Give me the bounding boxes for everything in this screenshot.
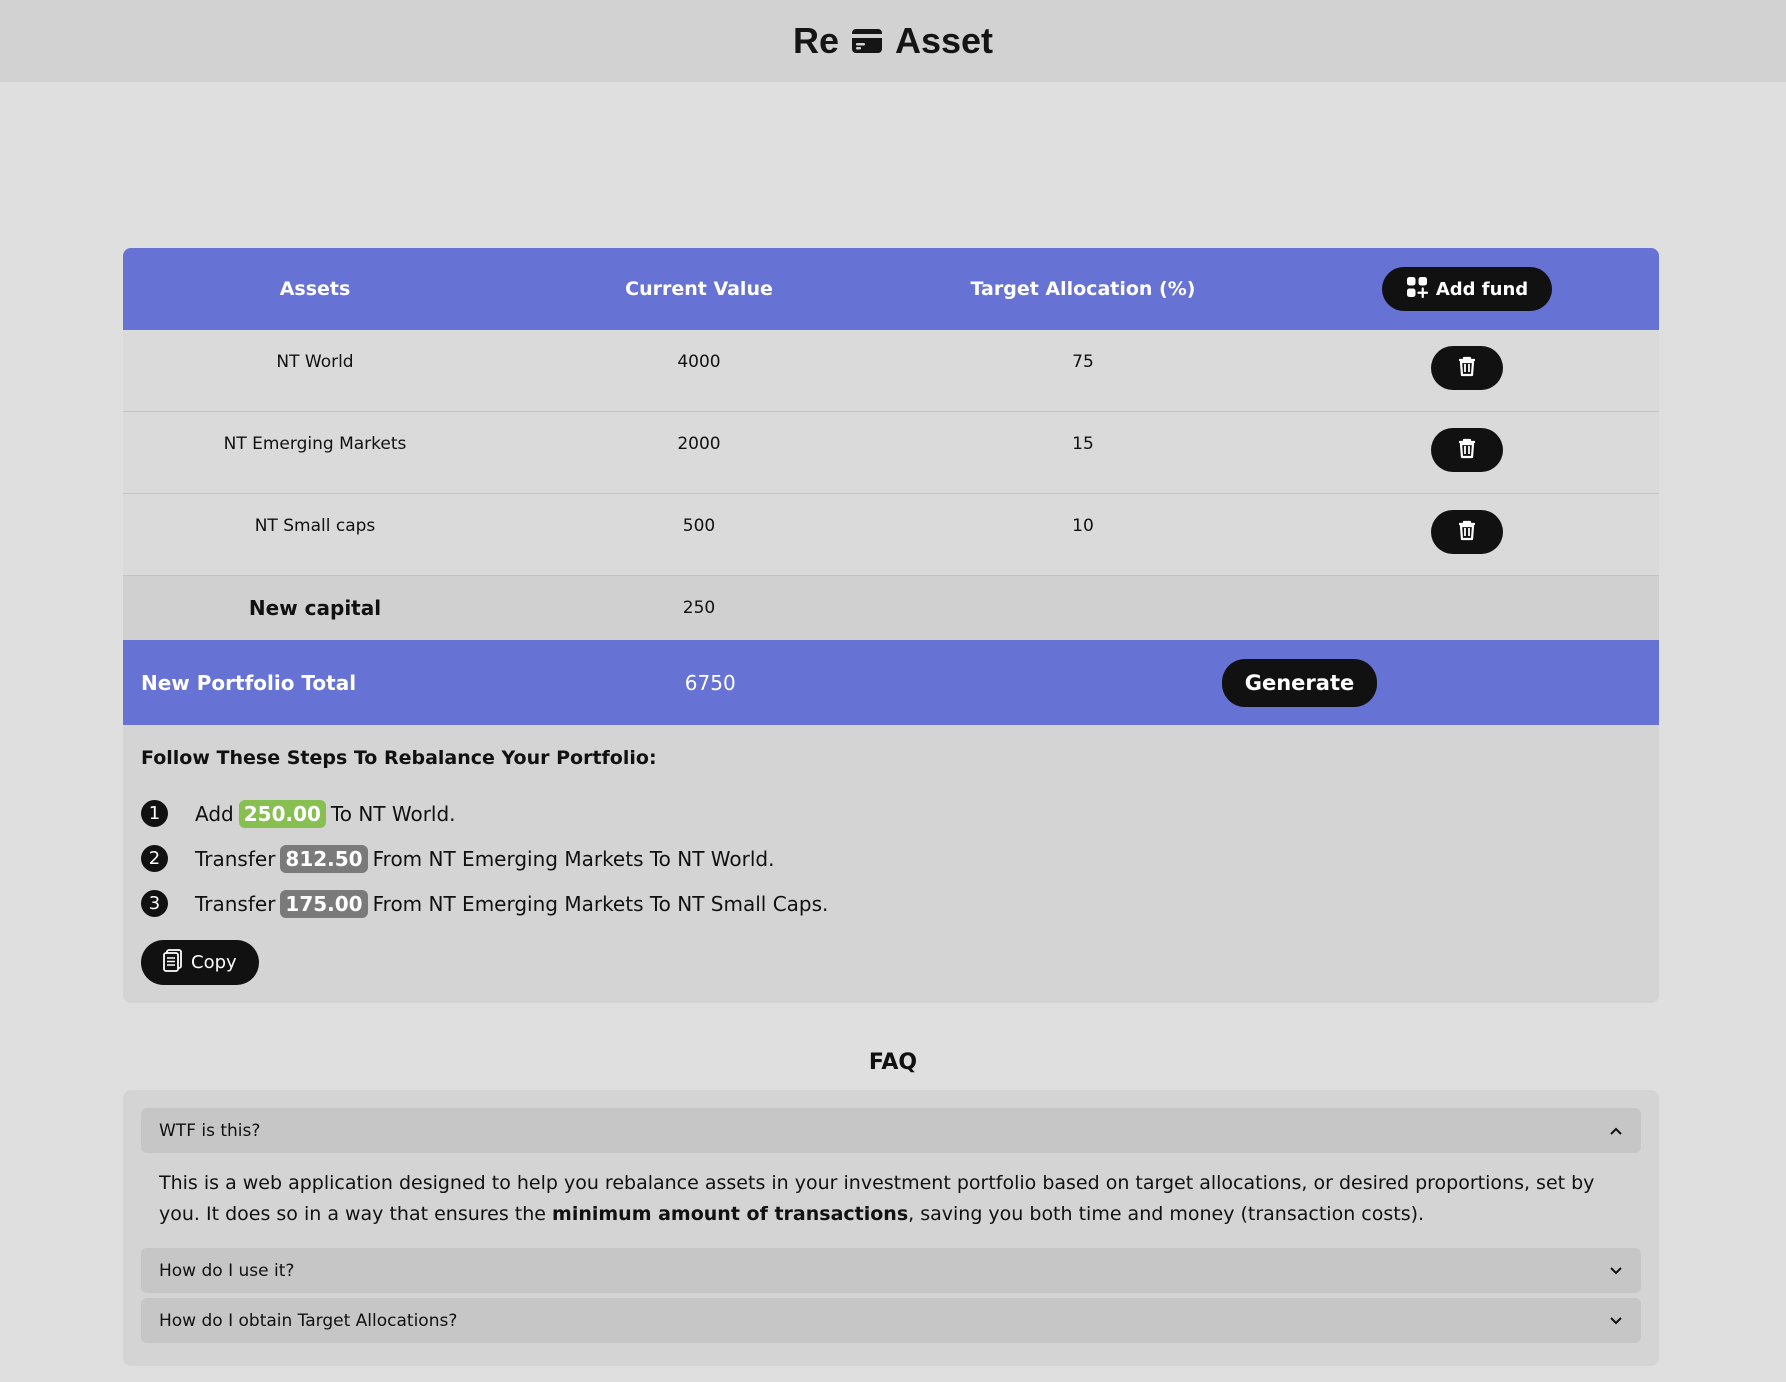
generate-button[interactable]: Generate: [1221, 658, 1378, 707]
new-capital-input[interactable]: 250: [507, 598, 891, 618]
column-header-target-allocation: Target Allocation (%): [970, 278, 1196, 300]
asset-name-cell[interactable]: NT Small caps: [123, 516, 507, 536]
app-header: Re Asset: [0, 0, 1786, 82]
table-row: NT World 4000 75: [123, 330, 1659, 412]
faq-question-how-to-use[interactable]: How do I use it?: [141, 1248, 1641, 1293]
clipboard-icon: [163, 948, 183, 977]
delete-fund-button[interactable]: [1431, 428, 1503, 472]
faq-question-text: How do I use it?: [159, 1260, 295, 1281]
step-text: To NT World.: [330, 801, 456, 826]
list-item: 2 Transfer 812.50 From NT Emerging Marke…: [141, 836, 1641, 881]
step-amount: 812.50: [280, 844, 368, 873]
delete-fund-button[interactable]: [1431, 510, 1503, 554]
new-capital-row: New capital 250: [123, 576, 1659, 640]
asset-name-cell[interactable]: NT Emerging Markets: [123, 434, 507, 454]
portfolio-total-label: New Portfolio Total: [141, 670, 357, 695]
rebalance-steps: Follow These Steps To Rebalance Your Por…: [123, 725, 1659, 1003]
trash-icon: [1457, 519, 1477, 545]
step-number: 1: [141, 800, 168, 827]
target-allocation-cell[interactable]: 75: [891, 352, 1275, 372]
table-row: NT Emerging Markets 2000 15: [123, 412, 1659, 494]
target-allocation-cell[interactable]: 10: [891, 516, 1275, 536]
current-value-cell[interactable]: 500: [507, 516, 891, 536]
step-amount: 175.00: [280, 889, 368, 918]
faq-answer-text-end: , saving you both time and money (transa…: [908, 1203, 1425, 1225]
step-number: 2: [141, 845, 168, 872]
column-header-assets: Assets: [279, 278, 351, 300]
brand-text-left: Re: [792, 20, 839, 61]
faq-question-target-allocations[interactable]: How do I obtain Target Allocations?: [141, 1298, 1641, 1343]
copy-label: Copy: [191, 952, 237, 973]
delete-cell: [1275, 510, 1659, 554]
step-verb: Transfer: [195, 846, 276, 871]
chevron-up-icon: [1609, 1126, 1623, 1136]
faq-answer-emphasis: minimum amount of transactions: [552, 1203, 909, 1225]
chevron-down-icon: [1609, 1316, 1623, 1326]
brand-logo[interactable]: Re Asset: [793, 20, 993, 62]
generate-cell: Generate: [900, 658, 1659, 707]
step-number: 3: [141, 890, 168, 917]
faq-answer: This is a web application designed to he…: [141, 1158, 1641, 1248]
chevron-down-icon: [1609, 1266, 1623, 1276]
faq-title: FAQ: [868, 1050, 918, 1075]
portfolio-card: Assets Current Value Target Allocation (…: [123, 248, 1659, 1003]
delete-fund-button[interactable]: [1431, 346, 1503, 390]
step-verb: Add: [195, 801, 234, 826]
faq-question-what[interactable]: WTF is this?: [141, 1108, 1641, 1153]
faq-question-text: How do I obtain Target Allocations?: [159, 1310, 458, 1331]
current-value-cell[interactable]: 4000: [507, 352, 891, 372]
current-value-cell[interactable]: 2000: [507, 434, 891, 454]
add-grid-icon: [1406, 276, 1428, 303]
step-amount: 250.00: [238, 799, 326, 828]
step-verb: Transfer: [195, 891, 276, 916]
column-header-current-value: Current Value: [625, 278, 773, 300]
add-fund-label: Add fund: [1435, 278, 1529, 300]
table-header: Assets Current Value Target Allocation (…: [123, 248, 1659, 330]
portfolio-total-value: 6750: [684, 670, 736, 695]
copy-button[interactable]: Copy: [141, 940, 259, 985]
faq-question-text: WTF is this?: [159, 1120, 261, 1141]
delete-cell: [1275, 428, 1659, 472]
asset-name-cell[interactable]: NT World: [123, 352, 507, 372]
faq-accordion: WTF is this? This is a web application d…: [123, 1090, 1659, 1366]
new-capital-label: New capital: [248, 596, 382, 620]
delete-cell: [1275, 346, 1659, 390]
credit-card-icon: [851, 28, 883, 54]
add-fund-cell: Add fund: [1275, 267, 1659, 311]
list-item: 1 Add 250.00 To NT World.: [141, 791, 1641, 836]
list-item: 3 Transfer 175.00 From NT Emerging Marke…: [141, 881, 1641, 926]
trash-icon: [1457, 355, 1477, 381]
step-text: From NT Emerging Markets To NT World.: [372, 846, 775, 871]
table-row: NT Small caps 500 10: [123, 494, 1659, 576]
step-text: From NT Emerging Markets To NT Small Cap…: [372, 891, 829, 916]
target-allocation-cell[interactable]: 15: [891, 434, 1275, 454]
steps-title: Follow These Steps To Rebalance Your Por…: [141, 747, 657, 769]
portfolio-total-row: New Portfolio Total 6750 Generate: [123, 640, 1659, 725]
add-fund-button[interactable]: Add fund: [1381, 267, 1553, 311]
brand-text-right: Asset: [894, 20, 994, 61]
trash-icon: [1457, 437, 1477, 463]
